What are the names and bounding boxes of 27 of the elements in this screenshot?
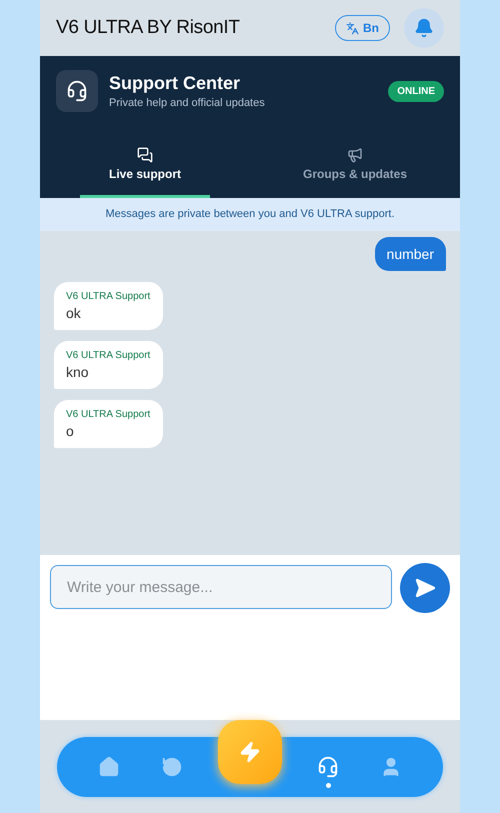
chat-icon	[137, 147, 153, 163]
lightning-icon	[238, 740, 261, 762]
headset-icon	[317, 756, 340, 778]
message-text: o	[66, 423, 75, 439]
message-text: kno	[66, 364, 90, 380]
sender-name: V6 ULTRA Support	[66, 291, 151, 302]
language-button[interactable]: Bn	[335, 15, 390, 41]
privacy-notice: Messages are private between you and V6 ULTRA support.	[40, 198, 460, 231]
tab[interactable]: Groups & updates	[290, 147, 420, 198]
sender-name: V6 ULTRA Support	[66, 350, 151, 361]
sender-name: V6 ULTRA Support	[66, 409, 151, 420]
panel-subtitle: Private help and official updates	[109, 97, 266, 109]
send-button[interactable]	[400, 563, 450, 613]
message-text: ok	[66, 305, 82, 321]
sent-message: number	[374, 237, 446, 271]
home-icon	[98, 756, 120, 778]
app-title: V6 ULTRA BY RisonIT	[56, 17, 241, 39]
headset-icon	[56, 70, 98, 112]
translate-icon	[346, 22, 359, 34]
send-icon	[414, 577, 436, 599]
notifications-button[interactable]	[404, 8, 444, 48]
bolt-button[interactable]	[218, 720, 282, 784]
message-input[interactable]: Write your message...	[50, 565, 392, 609]
status-badge: ONLINE	[388, 80, 444, 102]
megaphone-icon	[347, 147, 363, 163]
bell-icon	[414, 18, 434, 38]
panel-title: Support Center	[109, 73, 242, 94]
